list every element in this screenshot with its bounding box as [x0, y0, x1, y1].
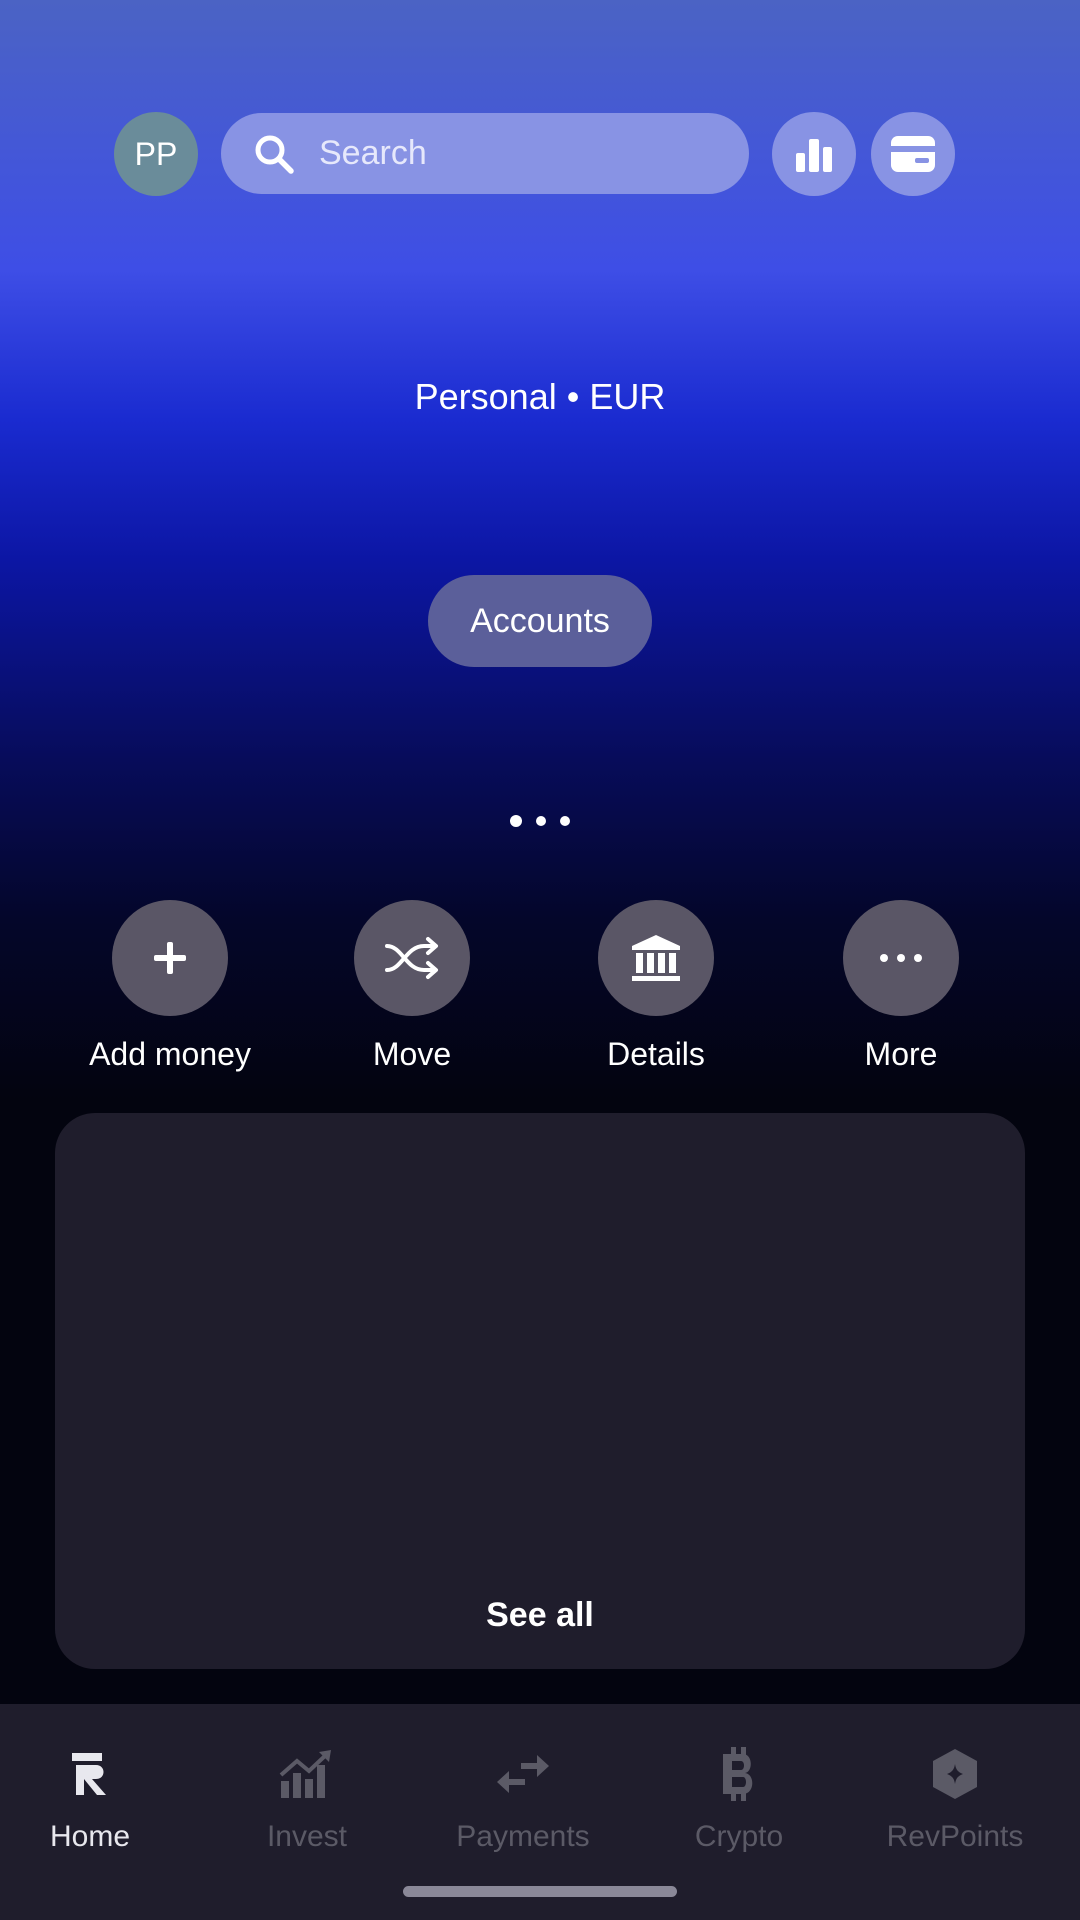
revpoints-icon — [933, 1749, 977, 1799]
invest-chart-icon — [279, 1750, 331, 1798]
account-title[interactable]: Personal • EUR — [0, 376, 1080, 418]
add-money-action[interactable]: Add money — [60, 900, 280, 1073]
nav-home-label: Home — [49, 1820, 131, 1853]
bar-chart-icon — [796, 139, 832, 172]
move-button[interactable] — [354, 900, 470, 1016]
page-dot — [560, 816, 570, 826]
nav-revpoints[interactable]: RevPoints — [847, 1744, 1063, 1854]
move-label: Move — [372, 1036, 452, 1072]
more-action[interactable]: More — [791, 900, 1011, 1073]
shuffle-icon — [385, 937, 438, 979]
more-label: More — [864, 1036, 938, 1072]
nav-revpoints-label: RevPoints — [886, 1820, 1024, 1853]
nav-invest-label: Invest — [266, 1820, 348, 1853]
card-icon — [891, 136, 935, 172]
payments-arrows-icon — [497, 1755, 549, 1793]
details-action[interactable]: Details — [546, 900, 766, 1073]
nav-crypto[interactable]: Crypto — [631, 1744, 847, 1854]
search-icon — [255, 135, 294, 174]
nav-home[interactable]: Home — [0, 1744, 198, 1854]
nav-crypto-label: Crypto — [694, 1820, 784, 1853]
more-button[interactable] — [843, 900, 959, 1016]
details-button[interactable] — [598, 900, 714, 1016]
see-all-button[interactable]: See all — [55, 1596, 1025, 1635]
more-icon — [880, 954, 922, 962]
search-bar[interactable]: Search — [221, 113, 749, 194]
nav-invest[interactable]: Invest — [199, 1744, 415, 1854]
move-action[interactable]: Move — [302, 900, 522, 1073]
details-label: Details — [607, 1036, 705, 1072]
cards-button[interactable] — [871, 112, 955, 196]
add-money-button[interactable] — [112, 900, 228, 1016]
plus-icon — [154, 942, 186, 974]
search-placeholder: Search — [319, 134, 427, 172]
page-dot-active — [510, 815, 522, 827]
bank-icon — [632, 935, 680, 981]
accounts-button[interactable]: Accounts — [428, 575, 652, 667]
bitcoin-icon — [723, 1747, 753, 1801]
nav-payments-label: Payments — [456, 1820, 590, 1853]
profile-avatar[interactable]: PP — [114, 112, 198, 196]
revolut-logo-icon — [72, 1753, 106, 1795]
page-dot — [536, 816, 546, 826]
page-indicator — [0, 815, 1080, 827]
nav-payments[interactable]: Payments — [415, 1744, 631, 1854]
add-money-label: Add money — [89, 1036, 251, 1072]
home-indicator[interactable] — [403, 1886, 677, 1897]
analytics-button[interactable] — [772, 112, 856, 196]
transactions-card: See all — [55, 1113, 1025, 1669]
